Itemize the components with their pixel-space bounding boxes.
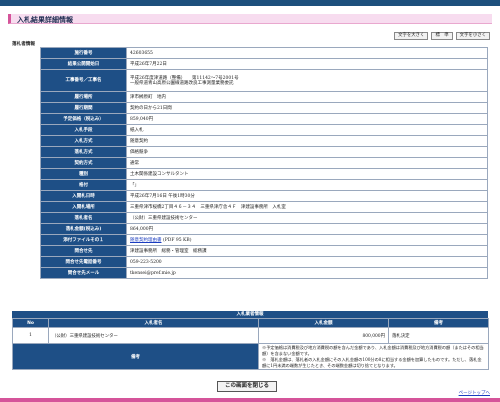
detail-row: 結果公開開始日 平成26年7月22日 — [40, 58, 488, 70]
detail-row: 入札方式 随意契約 — [40, 135, 488, 147]
detail-value: 随意契約理由書 (PDF 95 KB) — [126, 234, 488, 246]
remarks-line: ※予定価格は消費税及び地方消費税の額を含んだ金額であり、入札金額は消費税及び地方… — [262, 344, 484, 356]
section-label: 落札者情報 — [12, 42, 35, 47]
detail-value: 三重県津市桜橋2丁目４６－３４ 三重県津庁舎４Ｆ 津建設事務所 入札室 — [126, 201, 488, 213]
detail-row: 格付 「」 — [40, 179, 488, 191]
detail-row: 落札金額(税込み) 864,000円 — [40, 223, 488, 235]
remarks-value: ※予定価格は消費税及び地方消費税の額を含んだ金額であり、入札金額は消費税及び地方… — [258, 343, 489, 370]
detail-label: 履行場所 — [40, 91, 127, 103]
detail-row: 工事番号／工事名 平成26年度津道路（整備） 第11142～7号2001号 一般… — [40, 69, 488, 92]
page-title-bar: 入札結果詳細情報 — [8, 14, 492, 24]
detail-row: 予定価格（税込み） 859,040円 — [40, 113, 488, 125]
detail-value: 土木関係建設コンサルタント — [126, 168, 488, 180]
detail-value: 平成26年7月22日 — [126, 58, 488, 70]
detail-row: 落札方式 価格競争 — [40, 146, 488, 158]
remarks-label: 備考 — [12, 343, 259, 370]
detail-label: 問合せ先 — [40, 245, 127, 257]
attachment-link[interactable]: 随意契約理由書 — [130, 238, 162, 243]
bidder-name: （公財）三重県建設技術センター — [48, 327, 259, 344]
detail-row: 種別 土木関係建設コンサルタント — [40, 168, 488, 180]
detail-row: 問合せ先メール tkensei@pref.mie.jp — [40, 267, 488, 279]
detail-value: 059-223-5200 — [126, 256, 488, 268]
column-header-note: 備考 — [388, 318, 489, 328]
detail-row: 入札手段 紙入札 — [40, 124, 488, 136]
font-standard-button[interactable]: 標 準 — [431, 32, 453, 40]
detail-label: 種別 — [40, 168, 127, 180]
detail-label: 添付ファイルその１ — [40, 234, 127, 246]
detail-label: 落札方式 — [40, 146, 127, 158]
detail-value: 随意契約 — [126, 135, 488, 147]
detail-label: 問合せ先メール — [40, 267, 127, 279]
detail-value: 「」 — [126, 179, 488, 191]
detail-value: 紙入札 — [126, 124, 488, 136]
detail-value: 通常 — [126, 157, 488, 169]
detail-label: 結果公開開始日 — [40, 58, 127, 70]
detail-value: 価格競争 — [126, 146, 488, 158]
column-header-amount: 入札金額 — [258, 318, 389, 328]
detail-table: 施行番号 42603655 結果公開開始日 平成26年7月22日 工事番号／工事… — [40, 47, 488, 279]
project-name: 一般県道青山高原公園線道路改良工事測量業務委託 — [130, 80, 234, 86]
detail-value: 859,040円 — [126, 113, 488, 125]
bidder-amount: 800,000円 — [258, 327, 389, 344]
detail-value: 42603655 — [126, 47, 488, 59]
detail-row: 履行期間 契約の日から21日間 — [40, 102, 488, 114]
detail-label: 落札者名 — [40, 212, 127, 224]
attachment-size: (PDF 95 KB) — [162, 237, 192, 243]
detail-label: 契約方式 — [40, 157, 127, 169]
top-band — [0, 0, 500, 6]
bidder-row: 1 （公財）三重県建設技術センター 800,000円 落札決定 — [12, 327, 489, 344]
detail-value: tkensei@pref.mie.jp — [126, 267, 488, 279]
detail-label: 入開札場所 — [40, 201, 127, 213]
detail-row: 契約方式 通常 — [40, 157, 488, 169]
detail-row: 落札者名 （公財）三重県建設技術センター — [40, 212, 488, 224]
detail-value: （公財）三重県建設技術センター — [126, 212, 488, 224]
detail-row: 添付ファイルその１ 随意契約理由書 (PDF 95 KB) — [40, 234, 488, 246]
detail-label: 入札手段 — [40, 124, 127, 136]
page-top-link[interactable]: ページトップへ — [459, 390, 490, 396]
detail-label: 履行期間 — [40, 102, 127, 114]
detail-value: 平成26年度津道路（整備） 第11142～7号2001号 一般県道青山高原公園線… — [126, 69, 488, 92]
detail-value: 津建設事務所 総務・管理室 総務課 — [126, 245, 488, 257]
close-window-button[interactable]: この画面を閉じる — [217, 381, 277, 392]
detail-row: 入開札場所 三重県津市桜橋2丁目４６－３４ 三重県津庁舎４Ｆ 津建設事務所 入札… — [40, 201, 488, 213]
detail-row: 入開札日時 平成26年7月16日 午後1時30分 — [40, 190, 488, 202]
font-larger-button[interactable]: 文字を大きく — [394, 32, 429, 40]
column-header-bidder: 入札者名 — [48, 318, 259, 328]
font-smaller-button[interactable]: 文字を小さく — [455, 32, 490, 40]
detail-row: 問合せ先 津建設事務所 総務・管理室 総務課 — [40, 245, 488, 257]
column-header-no: No — [12, 318, 49, 328]
detail-row: 施行番号 42603655 — [40, 47, 488, 59]
detail-value: 津市榊原町 地内 — [126, 91, 488, 103]
detail-label: 工事番号／工事名 — [40, 69, 127, 92]
detail-label: 施行番号 — [40, 47, 127, 59]
detail-value: 契約の日から21日間 — [126, 102, 488, 114]
detail-value: 平成26年7月16日 午後1時30分 — [126, 190, 488, 202]
detail-label: 落札金額(税込み) — [40, 223, 127, 235]
bidder-table-header: No 入札者名 入札金額 備考 — [12, 318, 489, 328]
remarks-row: 備考 ※予定価格は消費税及び地方消費税の額を含んだ金額であり、入札金額は消費税及… — [12, 343, 489, 370]
detail-row: 履行場所 津市榊原町 地内 — [40, 91, 488, 103]
remarks-line: ※ 落札金額は、落札者の入札金額にその入札金額の100分の8に相当する金額を加算… — [262, 356, 482, 368]
page-title: 入札結果詳細情報 — [17, 16, 73, 24]
bidder-info-title: 入札業者情報 — [12, 311, 488, 318]
font-size-controls: 文字を大きく 標 準 文字を小さく — [394, 32, 490, 40]
bottom-band — [0, 398, 500, 402]
detail-label: 入開札日時 — [40, 190, 127, 202]
detail-label: 問合せ先電話番号 — [40, 256, 127, 268]
bidder-note: 落札決定 — [388, 327, 489, 344]
detail-row: 問合せ先電話番号 059-223-5200 — [40, 256, 488, 268]
bidder-table: No 入札者名 入札金額 備考 1 （公財）三重県建設技術センター 800,00… — [12, 318, 489, 370]
bidder-no: 1 — [12, 327, 49, 344]
detail-label: 入札方式 — [40, 135, 127, 147]
detail-label: 予定価格（税込み） — [40, 113, 127, 125]
detail-label: 格付 — [40, 179, 127, 191]
detail-value: 864,000円 — [126, 223, 488, 235]
